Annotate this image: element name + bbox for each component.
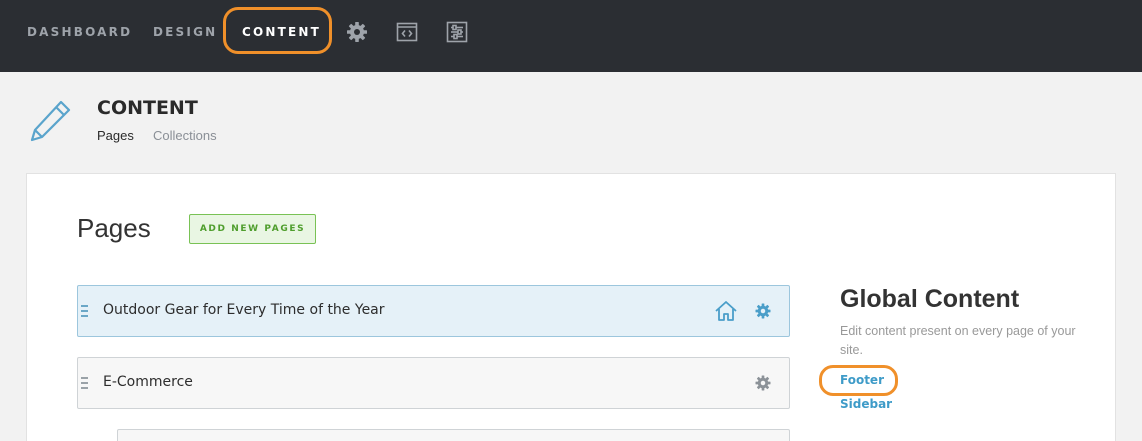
drag-handle-icon[interactable] bbox=[81, 305, 88, 318]
sliders-panel-icon[interactable] bbox=[445, 20, 469, 44]
page-title: CONTENT bbox=[97, 97, 198, 119]
code-window-icon[interactable] bbox=[395, 20, 419, 44]
page-row-title[interactable]: E-Commerce bbox=[103, 374, 193, 390]
page-row-child[interactable] bbox=[117, 429, 790, 441]
page-row[interactable]: E-Commerce bbox=[77, 357, 790, 409]
sidebar-link[interactable]: Sidebar bbox=[840, 397, 892, 411]
page-settings-gear-icon[interactable] bbox=[754, 374, 772, 392]
top-nav-bar: DASHBOARD DESIGN CONTENT bbox=[0, 0, 1142, 72]
drag-handle-icon[interactable] bbox=[81, 377, 88, 390]
global-content-title: Global Content bbox=[840, 285, 1020, 313]
tab-collections[interactable]: Collections bbox=[153, 128, 217, 143]
page-row[interactable]: Outdoor Gear for Every Time of the Year bbox=[77, 285, 790, 337]
tab-pages[interactable]: Pages bbox=[97, 128, 134, 143]
home-icon[interactable] bbox=[714, 300, 738, 322]
global-content-description: Edit content present on every page of yo… bbox=[840, 324, 1076, 357]
nav-design[interactable]: DESIGN bbox=[153, 24, 217, 40]
pencil-icon bbox=[27, 98, 73, 144]
highlight-circle bbox=[819, 365, 898, 396]
pages-heading: Pages bbox=[77, 213, 151, 243]
page-settings-gear-icon[interactable] bbox=[754, 302, 772, 320]
gear-icon[interactable] bbox=[345, 20, 369, 44]
add-new-pages-button[interactable]: ADD NEW PAGES bbox=[189, 214, 316, 244]
highlight-circle bbox=[223, 7, 332, 54]
page-row-title[interactable]: Outdoor Gear for Every Time of the Year bbox=[103, 302, 385, 318]
nav-dashboard[interactable]: DASHBOARD bbox=[27, 24, 132, 40]
